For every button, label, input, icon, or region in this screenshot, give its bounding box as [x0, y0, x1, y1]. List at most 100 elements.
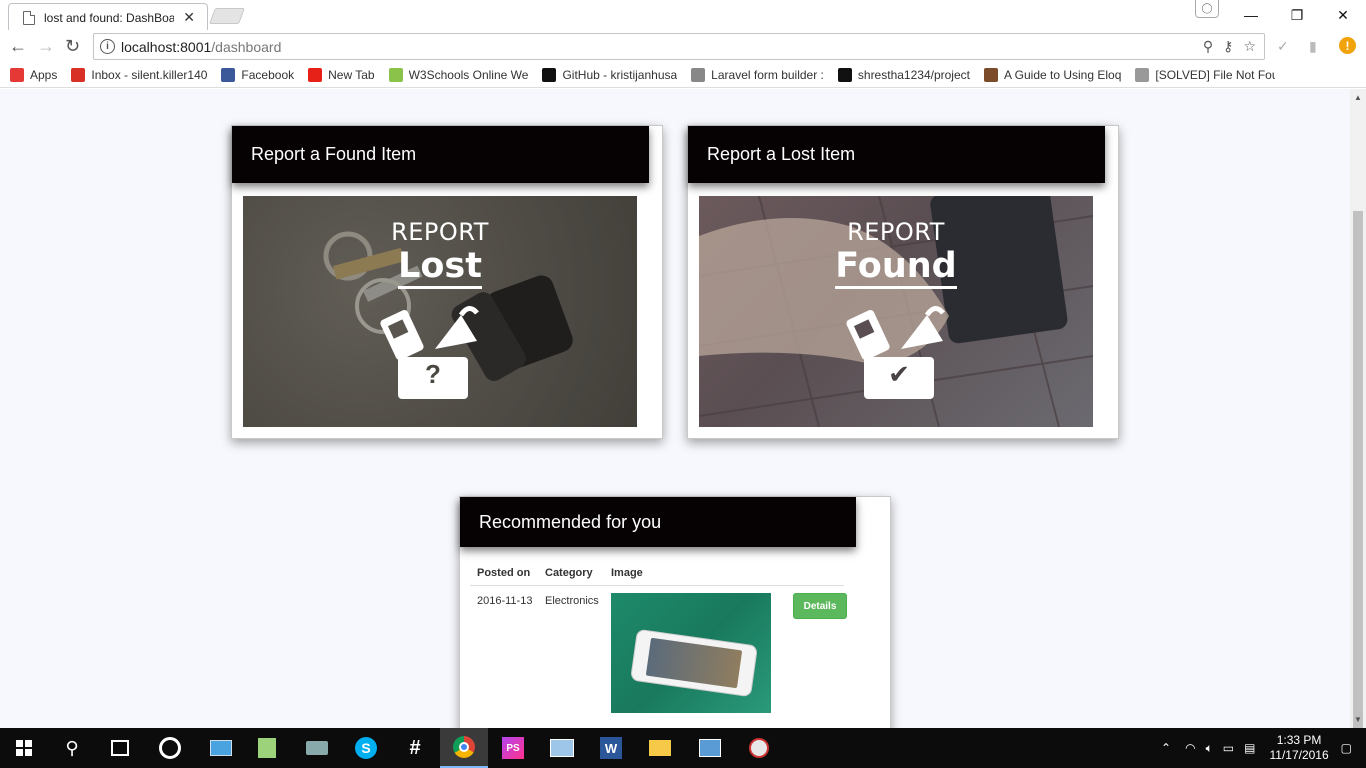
github-icon [837, 67, 852, 82]
bookmark-item[interactable]: A Guide to Using Eloq [983, 67, 1122, 82]
article-icon [983, 67, 998, 82]
forum-icon [1135, 67, 1150, 82]
bookmark-item[interactable]: New Tab [308, 67, 375, 82]
address-bar[interactable]: i localhost:8001/dashboard ⚲ ⚷ ☆ [93, 33, 1265, 60]
bookmark-item[interactable]: [SOLVED] File Not Fou [1135, 67, 1276, 82]
browser-toolbar: ← → ↻ i localhost:8001/dashboard ⚲ ⚷ ☆ ✓… [0, 30, 1366, 62]
chrome-icon[interactable] [440, 728, 488, 768]
github-icon [542, 67, 557, 82]
bookmark-item[interactable]: Inbox - silent.killer140 [71, 67, 207, 82]
keyboard-icon[interactable]: ▤ [1244, 741, 1255, 755]
new-tab-button[interactable] [209, 8, 245, 24]
bookmark-item[interactable]: shrestha1234/project [837, 67, 970, 82]
notepad-icon[interactable] [243, 728, 291, 768]
report-lost-header: Report a Lost Item [688, 126, 1105, 183]
minimize-button[interactable]: — [1228, 0, 1274, 30]
checkmark-extension-icon[interactable]: ✓ [1277, 38, 1289, 55]
posted-on-cell: 2016-11-13 [477, 595, 533, 607]
gmail-icon [71, 67, 86, 82]
page-scrollbar[interactable]: ▲ ▼ [1350, 89, 1366, 755]
bookmark-label: Facebook [241, 67, 295, 82]
forward-icon[interactable]: → [37, 36, 55, 56]
tile-found-label: Found [699, 246, 1093, 289]
youtube-icon [308, 67, 323, 82]
apps-grid-icon [10, 67, 24, 82]
close-window-button[interactable]: ✕ [1320, 0, 1366, 30]
paint-icon[interactable] [735, 728, 783, 768]
close-tab-icon[interactable]: ✕ [183, 9, 195, 26]
w3schools-icon [388, 67, 403, 82]
skype-icon[interactable]: S [342, 728, 390, 768]
bookmark-label: Apps [30, 67, 58, 82]
search-icon[interactable]: ⚲ [48, 728, 96, 768]
page-icon [691, 67, 706, 82]
bookmark-label: GitHub - kristijanhusa [562, 67, 678, 82]
notifications-icon[interactable]: ▢ [1341, 741, 1352, 755]
wifi-icon[interactable]: ◠ [1185, 741, 1195, 755]
browser-tab[interactable]: lost and found: DashBoard ✕ [8, 3, 208, 30]
reload-icon[interactable]: ↻ [65, 36, 80, 56]
bookmarks-bar: Apps Inbox - silent.killer140 Facebook New … [0, 62, 1366, 88]
chevron-up-icon[interactable]: ⌃ [1161, 741, 1171, 755]
clock[interactable]: 1:33 PM 11/17/2016 [1269, 733, 1328, 763]
computer-icon[interactable] [197, 728, 245, 768]
column-header-image: Image [611, 567, 643, 579]
item-thumbnail[interactable] [611, 593, 771, 713]
recommended-card: Recommended for you Posted on Category I… [459, 496, 891, 728]
drive-icon[interactable] [293, 728, 341, 768]
photos-icon[interactable] [686, 728, 734, 768]
bookmark-label: [SOLVED] File Not Fou [1155, 67, 1276, 82]
column-header-posted-on: Posted on [477, 567, 531, 579]
page-icon [23, 10, 35, 25]
tab-title: lost and found: DashBoard [44, 10, 174, 25]
scroll-up-icon[interactable]: ▲ [1354, 93, 1362, 102]
slack-icon[interactable]: # [391, 728, 439, 768]
bookmark-label: A Guide to Using Eloq [1003, 67, 1122, 82]
store-icon[interactable] [96, 728, 144, 768]
bag-extension-icon[interactable]: ▮ [1309, 38, 1317, 55]
url-text: localhost:8001/dashboard [121, 39, 282, 55]
back-icon[interactable]: ← [9, 36, 27, 56]
scroll-down-icon[interactable]: ▼ [1354, 715, 1362, 724]
remote-desktop-icon[interactable] [538, 728, 586, 768]
bookmark-label: New Tab [328, 67, 375, 82]
phpstorm-icon[interactable]: PS [489, 728, 537, 768]
bookmark-item[interactable]: GitHub - kristijanhusa [542, 67, 678, 82]
word-icon[interactable]: W [587, 728, 635, 768]
bookmark-item[interactable]: Apps [10, 67, 58, 82]
bookmark-item[interactable]: Laravel form builder : [691, 67, 824, 82]
start-button[interactable] [0, 728, 48, 768]
header-divider [470, 585, 844, 586]
key-icon[interactable]: ⚷ [1223, 38, 1233, 55]
info-icon[interactable]: i [100, 39, 115, 54]
tab-strip: lost and found: DashBoard ✕ ◯ — ❐ ✕ [0, 0, 1366, 30]
report-lost-card: Report a Lost Item REPORT Found ✔ [687, 125, 1119, 439]
page-content: Report a Found Item REPORT Lost ? Report… [0, 89, 1350, 728]
alert-icon[interactable]: ! [1339, 37, 1356, 54]
scroll-thumb[interactable] [1353, 211, 1363, 755]
tile-report-label: REPORT [391, 218, 489, 246]
system-tray: ⌃ ◠ 🔈︎ ▭ ▤ 1:33 PM 11/17/2016 ▢ [1161, 728, 1366, 768]
profile-icon[interactable]: ◯ [1195, 0, 1219, 18]
column-header-category: Category [545, 567, 593, 579]
checkmark-icon: ✔ [888, 359, 910, 389]
zoom-icon[interactable]: ⚲ [1203, 38, 1213, 55]
bookmark-star-icon[interactable]: ☆ [1243, 38, 1256, 55]
report-lost-tile[interactable]: REPORT Lost ? [243, 196, 637, 427]
report-found-header: Report a Found Item [232, 126, 649, 183]
file-explorer-icon[interactable] [636, 728, 684, 768]
bookmark-label: W3Schools Online We [408, 67, 529, 82]
lost-box-icon [380, 306, 479, 399]
facebook-icon [221, 67, 236, 82]
groove-music-icon[interactable] [146, 728, 194, 768]
volume-icon[interactable]: 🔈︎ [1206, 741, 1213, 756]
found-box-icon [846, 306, 945, 399]
question-mark-icon: ? [425, 359, 441, 389]
battery-icon[interactable]: ▭ [1223, 741, 1234, 755]
recommended-header: Recommended for you [460, 497, 856, 547]
bookmark-item[interactable]: Facebook [221, 67, 295, 82]
report-found-tile[interactable]: REPORT Found ✔ [699, 196, 1093, 427]
details-button[interactable]: Details [793, 593, 847, 619]
restore-button[interactable]: ❐ [1274, 0, 1320, 30]
bookmark-item[interactable]: W3Schools Online We [388, 67, 529, 82]
